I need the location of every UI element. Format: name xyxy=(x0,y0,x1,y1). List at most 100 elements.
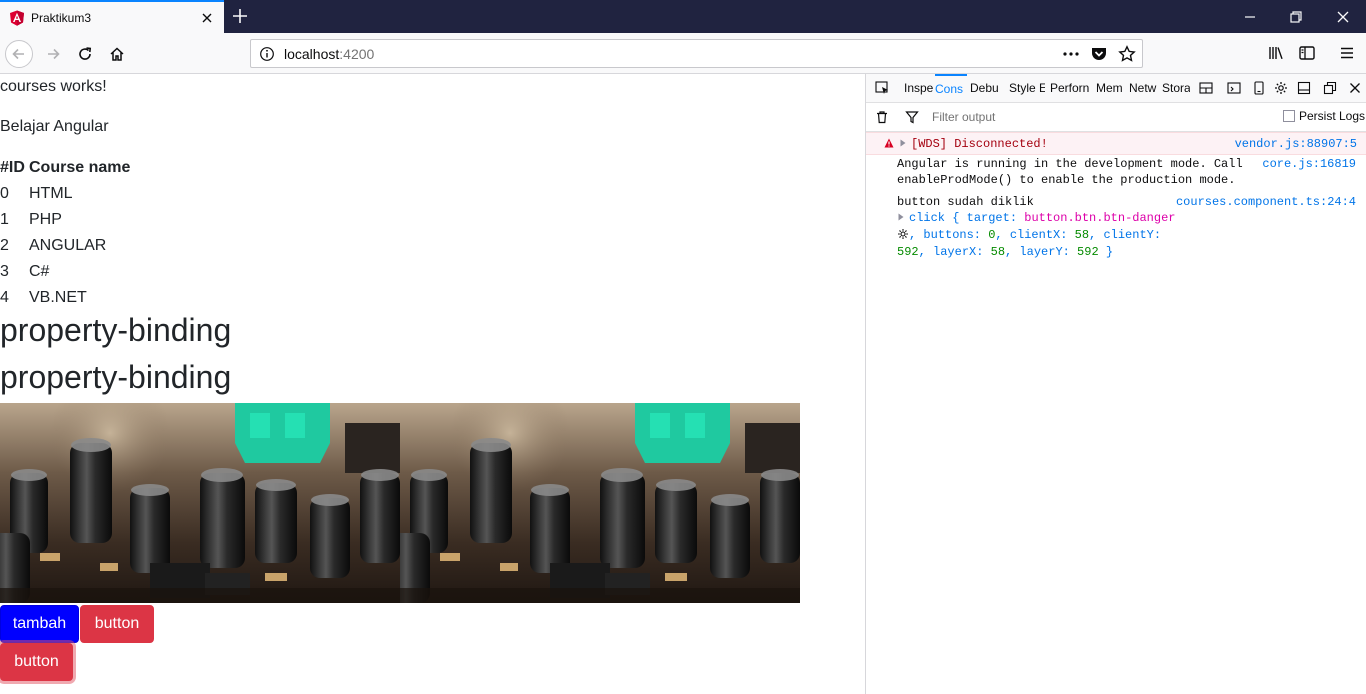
page-content: courses works! Belajar Angular #ID Cours… xyxy=(0,74,865,694)
responsive-icon[interactable] xyxy=(1252,81,1266,95)
persist-logs-checkbox[interactable] xyxy=(1283,110,1295,122)
button-danger-1[interactable]: button xyxy=(80,605,154,643)
expand-triangle-icon[interactable] xyxy=(897,213,905,221)
restore-icon[interactable] xyxy=(1288,9,1304,25)
devtools-toolbar: Inspe Cons Debu Style E Perforn Mem Netw… xyxy=(866,74,1366,103)
dock-icon[interactable] xyxy=(1297,81,1311,95)
table-row: 0 HTML xyxy=(0,181,130,207)
console-filter-bar: Filter output Persist Logs xyxy=(866,103,1366,132)
back-button[interactable] xyxy=(5,40,33,68)
info-icon[interactable] xyxy=(259,46,275,62)
button-danger-2[interactable]: button xyxy=(0,643,73,681)
console-log-text: button sudah diklik xyxy=(897,195,1034,209)
log-source-link[interactable]: courses.component.ts:24:4 xyxy=(1176,195,1356,209)
persist-logs-toggle[interactable]: Persist Logs xyxy=(1283,109,1365,123)
console-info-line-2: enableProdMode() to enable the productio… xyxy=(897,173,1236,187)
object-value-layery: 592 xyxy=(1077,245,1099,259)
console-object-line-3: 592, layerX: 58, layerY: 592 } xyxy=(897,245,1113,259)
settings-gear-icon[interactable] xyxy=(1274,81,1288,95)
url-port: :4200 xyxy=(339,45,375,62)
cell-name: PHP xyxy=(29,211,62,228)
table-header-row: #ID Course name xyxy=(0,155,130,181)
object-value-layerx: 58 xyxy=(990,245,1006,259)
column-header-name: Course name xyxy=(29,159,131,176)
cell-id: 2 xyxy=(0,237,9,254)
tab-storage[interactable]: Stora xyxy=(1162,74,1190,103)
new-tab-icon[interactable] xyxy=(231,7,249,25)
filter-output-input[interactable]: Filter output xyxy=(932,110,995,124)
layout-icon[interactable] xyxy=(1199,81,1213,95)
reload-icon xyxy=(79,47,92,60)
scratchpad-icon[interactable] xyxy=(1227,81,1241,95)
tab-style-editor[interactable]: Style E xyxy=(1009,74,1045,103)
error-source-link[interactable]: vendor.js:88907:5 xyxy=(1235,137,1357,151)
cell-name: C# xyxy=(29,263,50,280)
sidebar-icon[interactable] xyxy=(1298,44,1316,62)
devtools-panel: Inspe Cons Debu Style E Perforn Mem Netw… xyxy=(865,74,1366,694)
property-binding-heading-2: property-binding xyxy=(0,359,232,395)
cell-id: 3 xyxy=(0,263,9,280)
devtools-close-icon[interactable] xyxy=(1348,81,1362,95)
trash-icon[interactable] xyxy=(875,110,889,124)
cell-id: 0 xyxy=(0,185,9,202)
tab-title: Praktikum3 xyxy=(31,10,92,25)
console-object-line-2: , buttons: 0, clientX: 58, clientY: xyxy=(897,228,1161,242)
tab-performance[interactable]: Perforn xyxy=(1050,74,1090,103)
column-header-id: #ID xyxy=(0,159,25,176)
expand-triangle-icon[interactable] xyxy=(899,139,907,147)
tab-debugger[interactable]: Debu xyxy=(970,74,1004,103)
tab-network[interactable]: Netw xyxy=(1129,74,1157,103)
browser-tab[interactable]: Praktikum3 xyxy=(0,0,224,33)
cell-name: ANGULAR xyxy=(29,237,107,254)
forward-button[interactable] xyxy=(39,40,67,68)
table-row: 1 PHP xyxy=(0,207,130,233)
library-icon[interactable] xyxy=(1267,44,1285,62)
pick-element-icon[interactable] xyxy=(875,81,889,95)
object-key-layerx: , layerX: xyxy=(918,245,984,259)
object-key-clientx: , clientX: xyxy=(995,228,1068,242)
error-text: [WDS] Disconnected! xyxy=(911,137,1048,151)
info-source-link[interactable]: core.js:16819 xyxy=(1262,157,1356,171)
window-close-icon[interactable] xyxy=(1335,9,1351,25)
object-brace-close: } xyxy=(1105,245,1114,259)
pocket-icon[interactable] xyxy=(1090,46,1108,62)
object-type: click xyxy=(909,211,946,225)
subtitle: Belajar Angular xyxy=(0,118,109,135)
tab-console[interactable]: Cons xyxy=(935,74,967,103)
table-row: 3 C# xyxy=(0,259,130,285)
cell-name: VB.NET xyxy=(29,289,87,306)
navigation-bar: localhost:4200 xyxy=(0,33,1366,74)
table-row: 4 VB.NET xyxy=(0,285,130,311)
tab-memory[interactable]: Mem xyxy=(1096,74,1124,103)
reload-button[interactable] xyxy=(71,40,99,68)
bookmark-star-icon[interactable] xyxy=(1118,44,1136,63)
home-icon xyxy=(110,47,124,61)
url-bar[interactable]: localhost:4200 xyxy=(250,39,1143,68)
object-value-clienty: 592 xyxy=(897,245,919,259)
close-icon[interactable] xyxy=(200,11,214,25)
warning-icon xyxy=(884,138,894,148)
minimize-icon[interactable] xyxy=(1242,9,1258,25)
arrow-right-icon xyxy=(48,48,60,60)
table-row: 2 ANGULAR xyxy=(0,233,130,259)
tambah-button[interactable]: tambah xyxy=(0,605,79,643)
title-bar: Praktikum3 xyxy=(0,0,1366,33)
menu-icon[interactable] xyxy=(1338,44,1356,62)
arrow-left-icon xyxy=(12,48,24,60)
circuit-board-image xyxy=(400,403,800,603)
property-binding-heading-1: property-binding xyxy=(0,312,232,348)
more-icon[interactable] xyxy=(1062,46,1080,62)
cell-name: HTML xyxy=(29,185,73,202)
circuit-board-image xyxy=(0,403,400,603)
courses-table: #ID Course name 0 HTML 1 PHP 2 ANGULAR 3… xyxy=(0,155,130,311)
object-key-buttons: , buttons: xyxy=(909,228,982,242)
object-key-target: target: xyxy=(966,211,1018,225)
home-button[interactable] xyxy=(103,40,131,68)
tab-inspector[interactable]: Inspe xyxy=(904,74,934,103)
object-brace-open: { xyxy=(952,211,960,225)
url-text[interactable]: localhost:4200 xyxy=(284,46,374,62)
filter-icon xyxy=(905,111,919,124)
console-object-line-1[interactable]: click { target: button.btn.btn-danger xyxy=(897,211,1175,225)
separate-window-icon[interactable] xyxy=(1323,81,1337,95)
courses-heading: courses works! xyxy=(0,78,107,95)
